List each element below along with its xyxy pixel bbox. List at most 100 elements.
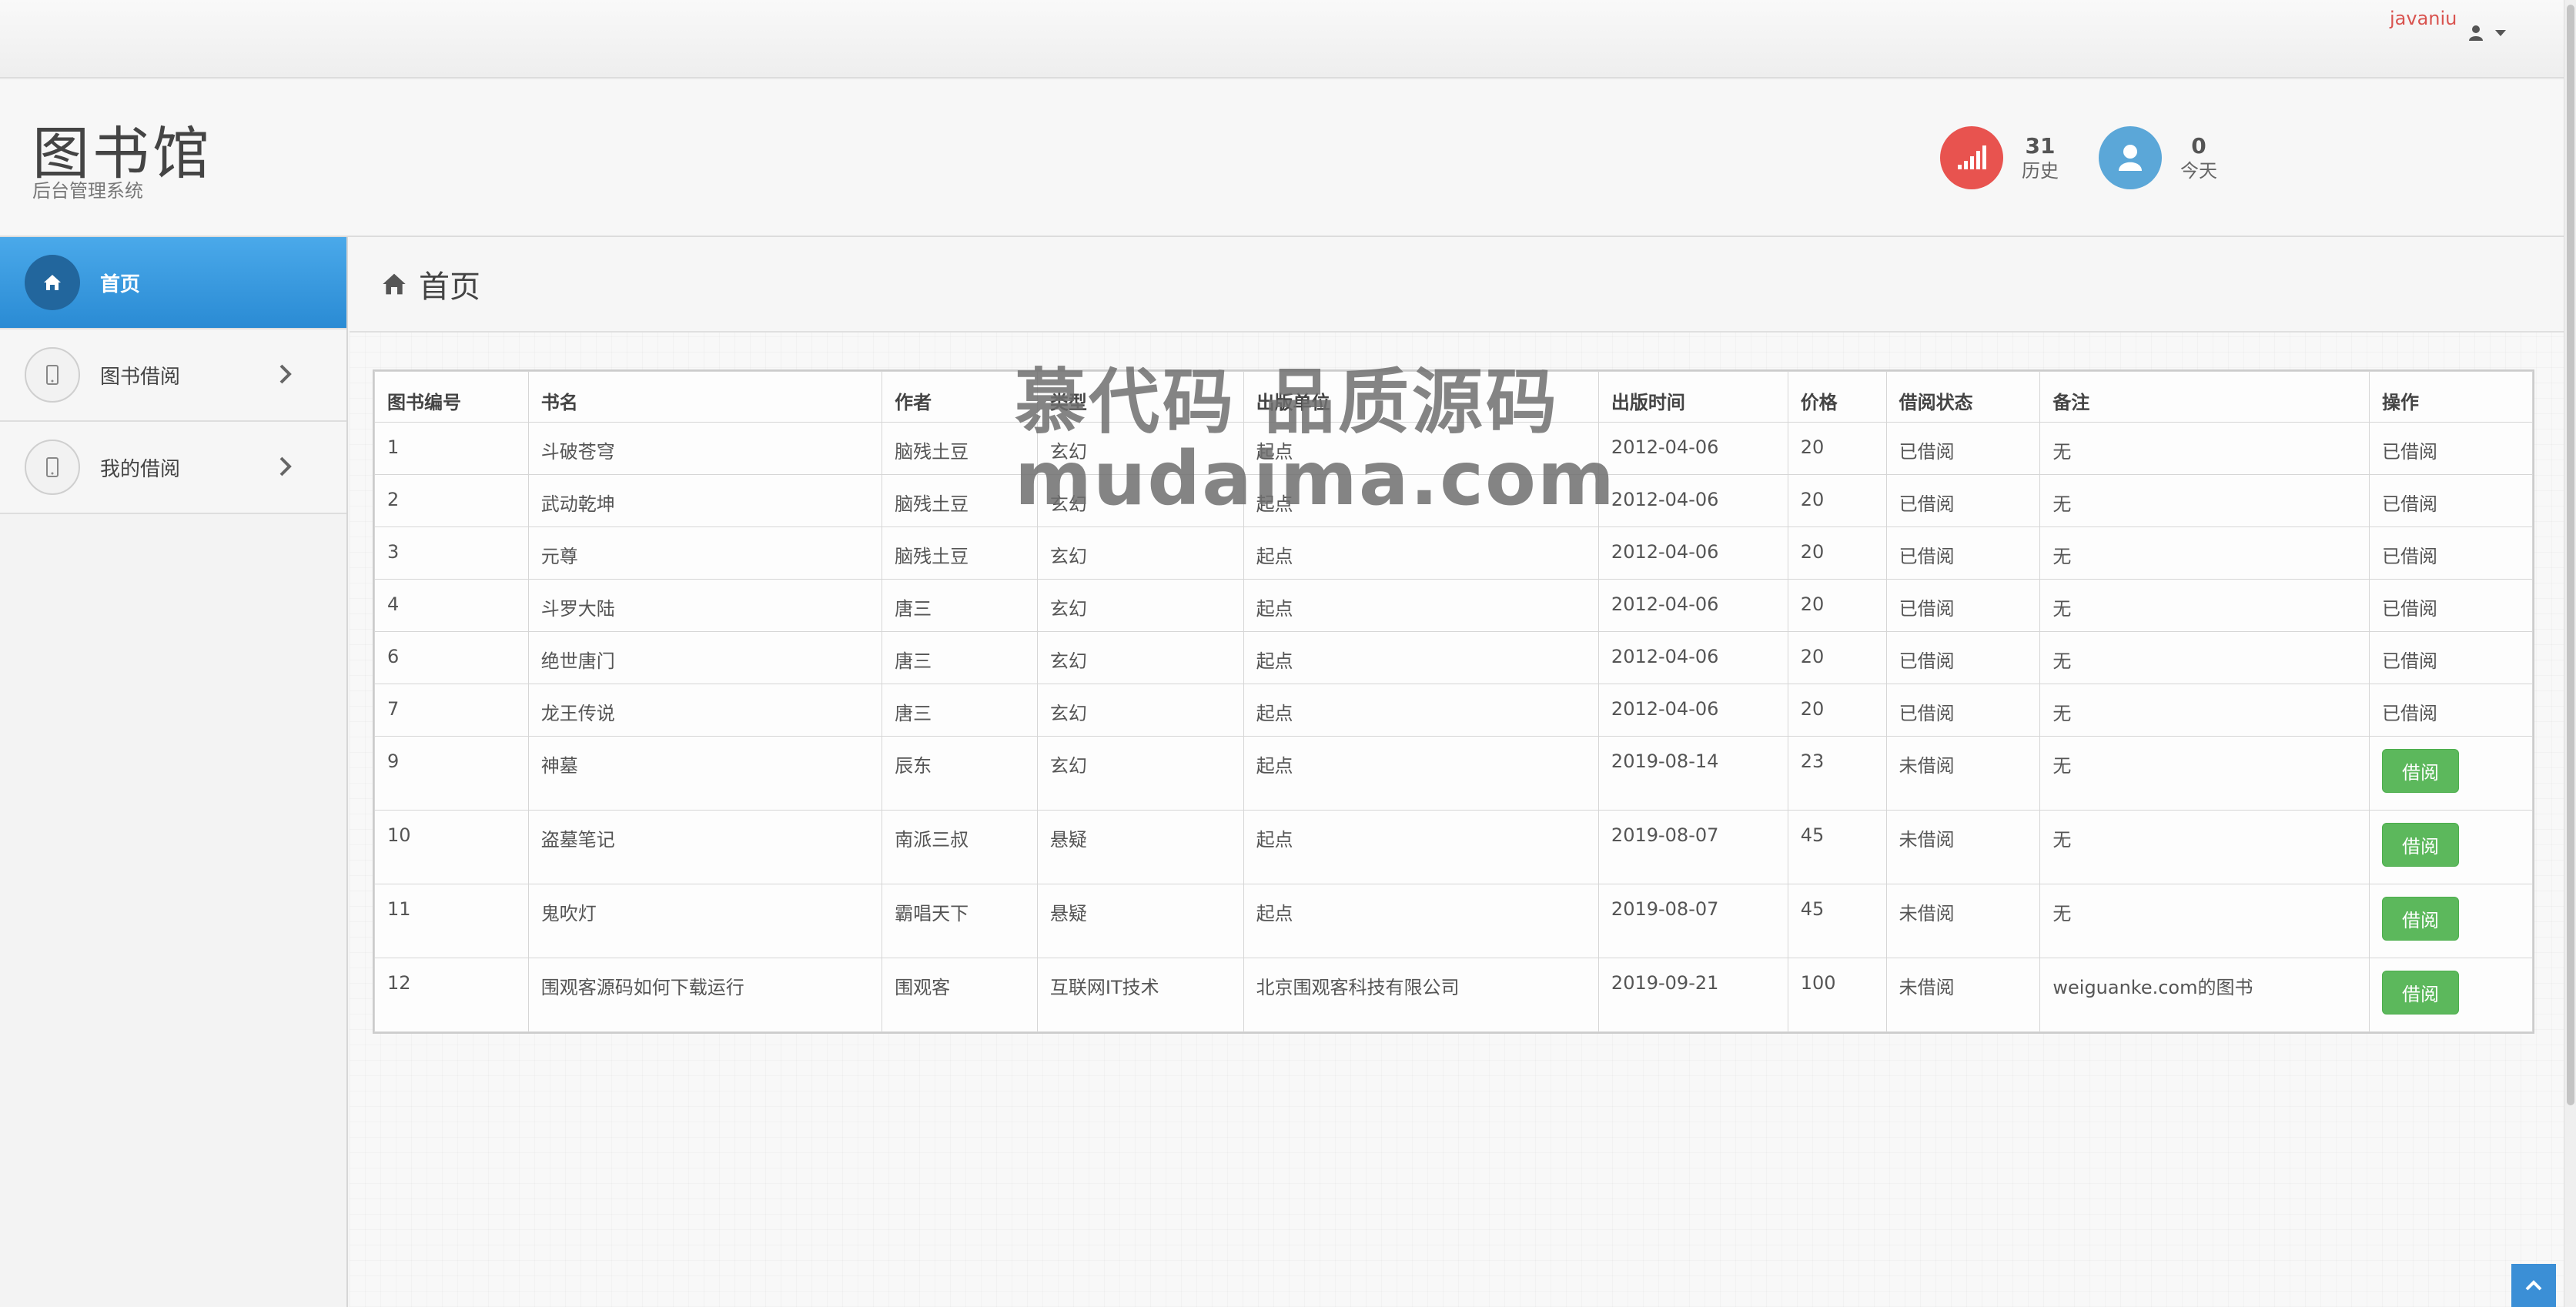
table-cell-type: 玄幻 — [1036, 579, 1244, 632]
stat-history-value: 31 — [2025, 133, 2056, 159]
column-header: 价格 — [1787, 371, 1887, 423]
table-cell-action: 借阅 — [2369, 810, 2533, 884]
column-header: 图书编号 — [374, 371, 529, 423]
column-header: 书名 — [527, 371, 883, 423]
borrow-button[interactable]: 借阅 — [2382, 971, 2460, 1015]
stat-history-label: 历史 — [2022, 160, 2059, 182]
stat-today-value: 0 — [2191, 133, 2206, 159]
table-row: 12 围观客源码如何下载运行 围观客 互联网IT技术 北京围观客科技有限公司 2019-0… — [374, 958, 2533, 1032]
table-cell-publisher: 起点 — [1243, 884, 1599, 958]
table-cell-name: 绝世唐门 — [527, 631, 883, 684]
table-cell-author: 唐三 — [882, 631, 1038, 684]
table-cell-type: 悬疑 — [1036, 884, 1244, 958]
table-cell-id: 1 — [374, 422, 529, 475]
table-cell-author: 南派三叔 — [882, 810, 1038, 884]
table-cell-status: 未借阅 — [1885, 958, 2041, 1032]
chevron-right-icon — [279, 364, 292, 384]
table-cell-name: 龙王传说 — [527, 684, 883, 737]
top-bar: javaniu — [0, 0, 2576, 79]
home-icon — [25, 255, 80, 310]
table-row: 4 斗罗大陆 唐三 玄幻 起点 2012-04-06 20 已借阅无已借阅 — [374, 579, 2533, 632]
table-cell-price: 20 — [1787, 422, 1887, 475]
table-cell-name: 元尊 — [527, 526, 883, 580]
signal-bars-icon — [1940, 126, 2003, 189]
username-link[interactable]: javaniu — [2390, 8, 2457, 29]
table-cell-status: 未借阅 — [1885, 736, 2041, 811]
table-cell-id: 10 — [374, 810, 529, 884]
table-cell-id: 7 — [374, 684, 529, 737]
table-cell-type: 悬疑 — [1036, 810, 1244, 884]
page-header: 图书馆 后台管理系统 31 历史 0 今天 — [0, 80, 2576, 237]
stat-today[interactable]: 0 今天 — [2099, 126, 2217, 189]
table-cell-name: 斗破苍穹 — [527, 422, 883, 475]
table-cell-date: 2019-09-21 — [1597, 958, 1788, 1032]
home-icon — [383, 273, 406, 295]
table-row: 10 盗墓笔记 南派三叔 悬疑 起点 2019-08-07 45 未借阅无借阅 — [374, 810, 2533, 884]
table-cell-date: 2012-04-06 — [1597, 684, 1788, 737]
table-cell-id: 9 — [374, 736, 529, 811]
column-header: 备注 — [2039, 371, 2370, 423]
table-cell-price: 45 — [1787, 810, 1887, 884]
watermark-url: mudaima.com — [1015, 436, 1616, 522]
table-cell-price: 20 — [1787, 579, 1887, 632]
sidebar-item-label: 我的借阅 — [100, 457, 181, 481]
table-cell-date: 2019-08-14 — [1597, 736, 1788, 811]
table-cell-status: 已借阅 — [1885, 474, 2041, 527]
table-row: 6 绝世唐门 唐三 玄幻 起点 2012-04-06 20 已借阅无已借阅 — [374, 631, 2533, 684]
user-icon — [2099, 126, 2162, 189]
user-menu-toggle[interactable] — [2468, 25, 2507, 42]
table-cell-price: 23 — [1787, 736, 1887, 811]
table-cell-note: 无 — [2039, 684, 2370, 737]
table-row: 9 神墓 辰东 玄幻 起点 2019-08-14 23 未借阅无借阅 — [374, 736, 2533, 811]
table-cell-type: 互联网IT技术 — [1036, 958, 1244, 1032]
table-cell-status: 已借阅 — [1885, 684, 2041, 737]
table-cell-price: 20 — [1787, 631, 1887, 684]
table-cell-id: 12 — [374, 958, 529, 1032]
back-to-top-button[interactable] — [2511, 1264, 2556, 1307]
table-cell-price: 20 — [1787, 474, 1887, 527]
sidebar-item-label: 图书借阅 — [100, 365, 181, 389]
table-cell-author: 脑残土豆 — [882, 526, 1038, 580]
table-cell-price: 45 — [1787, 884, 1887, 958]
sidebar-item-my-borrow[interactable]: 我的借阅 — [0, 422, 346, 514]
caret-down-icon — [2495, 30, 2506, 36]
table-cell-name: 神墓 — [527, 736, 883, 811]
table-cell-price: 20 — [1787, 526, 1887, 580]
table-cell-note: 无 — [2039, 579, 2370, 632]
table-cell-status: 已借阅 — [1885, 422, 2041, 475]
sidebar-item-book-borrow[interactable]: 图书借阅 — [0, 329, 346, 422]
page-title-bar: 首页 — [350, 237, 2564, 333]
table-cell-date: 2012-04-06 — [1597, 422, 1788, 475]
page-title: 首页 — [419, 269, 480, 305]
table-cell-date: 2012-04-06 — [1597, 526, 1788, 580]
table-row: 3 元尊 脑残土豆 玄幻 起点 2012-04-06 20 已借阅无已借阅 — [374, 526, 2533, 580]
page-scrollbar[interactable] — [2564, 0, 2576, 1307]
column-header: 借阅状态 — [1885, 371, 2041, 423]
table-cell-type: 玄幻 — [1036, 736, 1244, 811]
table-cell-author: 唐三 — [882, 684, 1038, 737]
borrow-button[interactable]: 借阅 — [2382, 823, 2460, 867]
table-cell-note: 无 — [2039, 736, 2370, 811]
table-cell-status: 已借阅 — [1885, 579, 2041, 632]
table-cell-date: 2012-04-06 — [1597, 579, 1788, 632]
user-icon — [2469, 25, 2483, 41]
table-row: 11 鬼吹灯 霸唱天下 悬疑 起点 2019-08-07 45 未借阅无借阅 — [374, 884, 2533, 958]
sidebar-item-home[interactable]: 首页 — [0, 237, 346, 329]
table-cell-status: 已借阅 — [1885, 526, 2041, 580]
stat-history[interactable]: 31 历史 — [1940, 126, 2059, 189]
borrow-button[interactable]: 借阅 — [2382, 897, 2460, 941]
table-cell-action: 已借阅 — [2369, 684, 2533, 737]
table-cell-name: 武动乾坤 — [527, 474, 883, 527]
tablet-icon — [25, 347, 80, 403]
table-cell-status: 未借阅 — [1885, 810, 2041, 884]
table-cell-price: 100 — [1787, 958, 1887, 1032]
table-cell-publisher: 起点 — [1243, 631, 1599, 684]
scrollbar-thumb[interactable] — [2567, 5, 2574, 1105]
table-cell-name: 围观客源码如何下载运行 — [527, 958, 883, 1032]
table-cell-type: 玄幻 — [1036, 631, 1244, 684]
table-cell-type: 玄幻 — [1036, 526, 1244, 580]
table-cell-note: 无 — [2039, 474, 2370, 527]
table-cell-type: 玄幻 — [1036, 684, 1244, 737]
table-cell-status: 未借阅 — [1885, 884, 2041, 958]
borrow-button[interactable]: 借阅 — [2382, 749, 2460, 793]
